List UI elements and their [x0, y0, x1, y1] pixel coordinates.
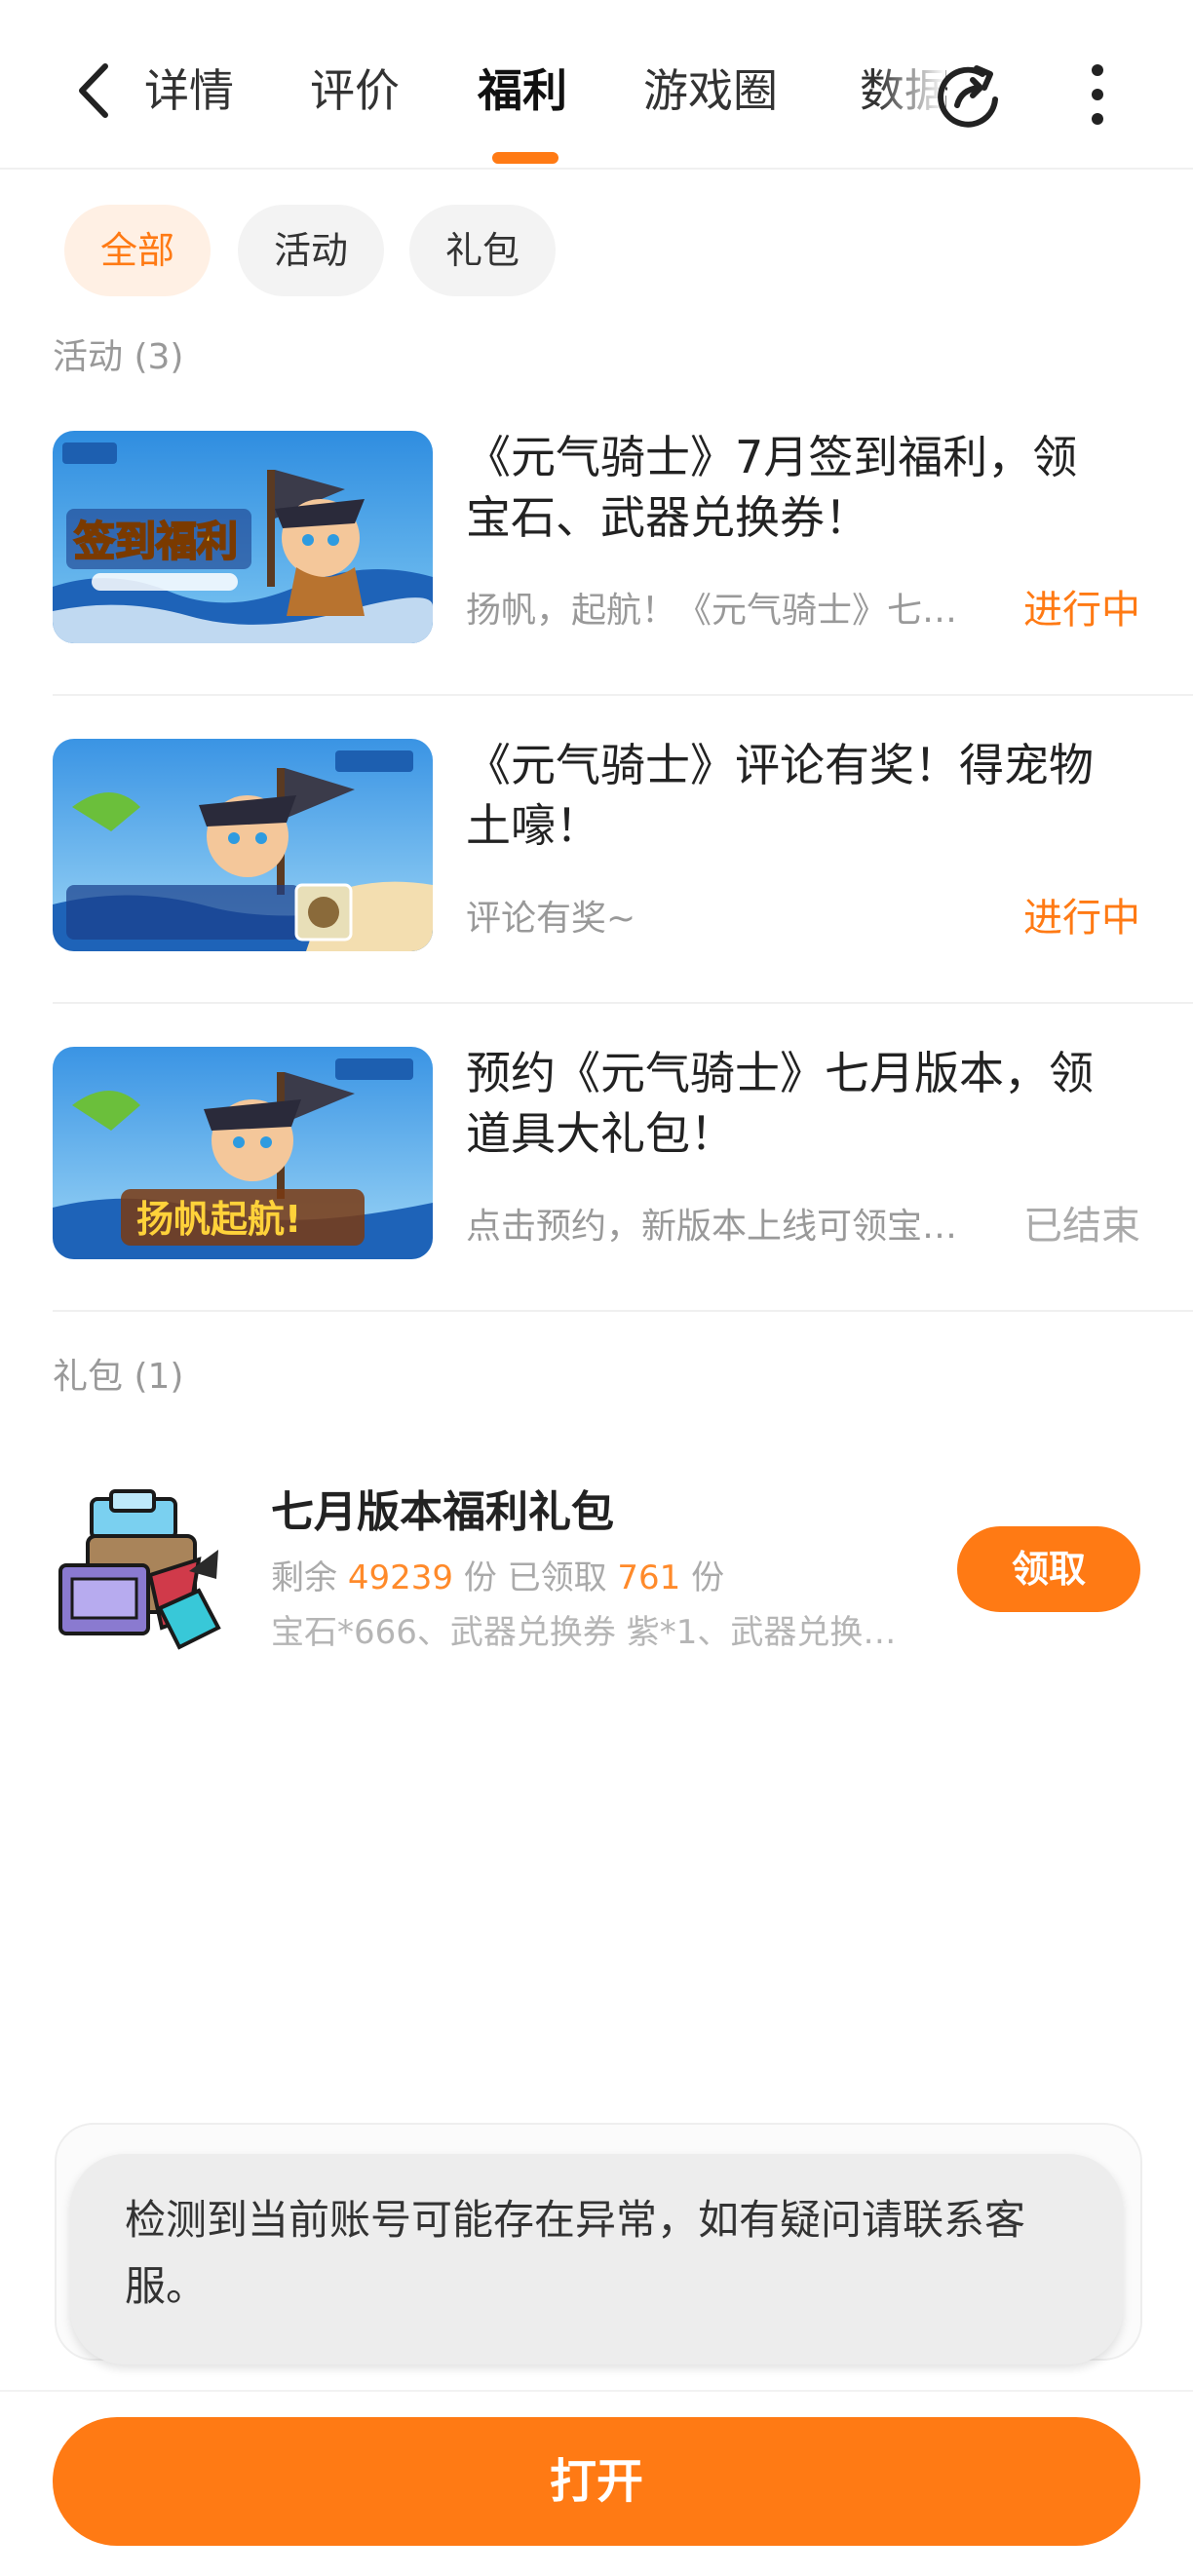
toast-text: 检测到当前账号可能存在异常，如有疑问请联系客服。 — [125, 2196, 1026, 2310]
activity-title: 《元气骑士》评论有奖！得宠物土嚎！ — [466, 739, 1094, 852]
gift-contents: 宝石*666、武器兑换券 紫*1、武器兑换券 橙*1 — [271, 1613, 924, 1652]
more-options-icon[interactable] — [1084, 60, 1111, 129]
activity-desc: 扬帆，起航！《元气骑士》七月签到福利 — [466, 591, 973, 631]
top-nav: 详情 评价 福利 游戏圈 数据 — [0, 0, 1193, 170]
activity-item[interactable]: 扬帆起航! 预约《元气骑士》七月版本，领道具大礼包！ 点击预约，新版本上线可领宝… — [53, 1047, 1140, 1339]
filter-all[interactable]: 全部 — [64, 205, 211, 296]
back-arrow-icon[interactable] — [70, 57, 119, 125]
activity-status: 进行中 — [1023, 896, 1140, 941]
thumb-caption: 扬帆起航! — [136, 1198, 301, 1241]
activity-status: 已结束 — [1023, 1204, 1140, 1249]
divider — [53, 694, 1193, 696]
divider — [53, 1002, 1193, 1004]
active-tab-indicator — [492, 152, 558, 164]
activity-thumbnail: 扬帆起航! — [53, 1047, 433, 1259]
activity-title: 《元气骑士》7月签到福利，领宝石、武器兑换券！ — [466, 431, 1078, 544]
activity-item[interactable]: 签到福利 《元气骑士》7月签到福利，领宝石、武器兑换券！ 扬帆，起航！《元气骑士… — [53, 431, 1140, 723]
tab-reviews[interactable]: 评价 — [310, 57, 400, 125]
gift-remaining-label: 剩余 — [271, 1558, 337, 1597]
gift-pack-icon — [58, 1489, 221, 1650]
activities-section-header: 活动 (3) — [53, 337, 184, 377]
activity-thumbnail — [53, 739, 433, 951]
tab-details[interactable]: 详情 — [144, 57, 234, 125]
gift-title: 七月版本福利礼包 — [271, 1487, 614, 1537]
thumb-caption: 签到福利 — [74, 518, 238, 565]
tab-benefits[interactable]: 福利 — [478, 57, 567, 125]
activity-status: 进行中 — [1023, 588, 1140, 633]
tab-game-circle[interactable]: 游戏圈 — [643, 57, 778, 125]
open-game-button[interactable]: 打开 — [53, 2417, 1140, 2546]
gifts-section-header: 礼包 (1) — [53, 1357, 184, 1397]
claim-gift-button[interactable]: 领取 — [957, 1526, 1140, 1612]
filter-activities[interactable]: 活动 — [238, 205, 384, 296]
filter-gifts[interactable]: 礼包 — [409, 205, 556, 296]
activity-thumbnail: 签到福利 — [53, 431, 433, 643]
activity-title: 预约《元气骑士》七月版本，领道具大礼包！ — [466, 1047, 1094, 1160]
gift-unit: 份 — [691, 1558, 725, 1597]
gift-claimed-count: 761 — [617, 1558, 681, 1597]
gift-stats: 剩余 49239 份 已领取 761 份 — [271, 1554, 724, 1602]
gift-claimed-label: 份 已领取 — [463, 1558, 607, 1597]
toast-message: 检测到当前账号可能存在异常，如有疑问请联系客服。 — [70, 2154, 1123, 2365]
gift-remaining-count: 49239 — [347, 1558, 453, 1597]
share-icon[interactable] — [934, 60, 1002, 129]
activity-item[interactable]: 《元气骑士》评论有奖！得宠物土嚎！ 评论有奖~ 进行中 — [53, 739, 1140, 1031]
divider — [53, 1310, 1193, 1312]
activity-desc: 评论有奖~ — [466, 899, 636, 939]
activity-desc: 点击预约，新版本上线可领宝石、武器兑换券 — [466, 1207, 973, 1247]
